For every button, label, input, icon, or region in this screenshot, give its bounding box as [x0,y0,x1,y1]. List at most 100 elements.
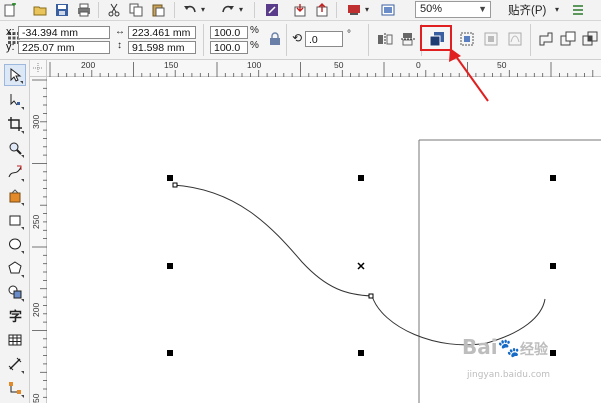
ruler-origin-corner[interactable] [30,60,47,77]
undo-dropdown-icon[interactable]: ▾ [201,5,205,14]
trim-button[interactable] [558,30,578,48]
welcome-screen-button[interactable] [378,1,398,19]
smart-fill-tool[interactable] [4,185,26,207]
zoom-level-dropdown[interactable]: 50% ▼ [415,1,491,18]
snap-to-menu[interactable]: 贴齐(P) [508,2,546,18]
height-icon: ↕ [117,40,122,51]
toolbar-separator [174,2,175,18]
x-position-label: x: [6,26,15,38]
convert-curves-icon [508,32,522,46]
watermark-url: jingyan.baidu.com [467,370,551,380]
export-button[interactable] [312,1,332,19]
polygon-icon [8,261,22,274]
save-icon [56,4,68,16]
printer-icon [78,3,90,17]
h-ruler-label: 50 [334,60,344,70]
flyout-indicator [21,299,24,302]
new-document-button[interactable] [0,1,20,19]
paste-button[interactable] [148,1,168,19]
selection-handle-bottom-center[interactable] [358,350,364,356]
svg-text:字: 字 [9,309,22,323]
rectangle-tool[interactable] [4,209,26,231]
redo-icon [222,5,234,13]
selection-handle-top-left[interactable] [167,175,173,181]
h-ruler-label: 50 [497,60,507,70]
quick-trace-button[interactable] [481,30,501,48]
basic-shapes-tool[interactable] [4,281,26,303]
selection-handle-middle-right[interactable] [550,263,556,269]
object-width-input[interactable]: 223.461 mm [128,26,196,39]
convert-to-curves-button[interactable] [505,30,525,48]
watermark-brand: Bai🐾经验 [462,335,548,359]
flyout-indicator [21,179,24,182]
curve-node[interactable] [172,182,178,188]
print-button[interactable] [74,1,94,19]
open-button[interactable] [30,1,50,19]
highlight-box [420,25,452,51]
width-icon: ↔ [115,26,125,37]
selection-handle-bottom-right[interactable] [550,350,556,356]
connector-tool[interactable] [4,377,26,399]
curve-node[interactable] [368,293,374,299]
undo-button[interactable] [180,1,200,19]
selection-handle-top-center[interactable] [358,175,364,181]
dimension-tool[interactable] [4,353,26,375]
pick-tool[interactable] [4,64,26,86]
rotation-center-marker[interactable] [357,262,365,270]
table-icon [8,334,22,346]
rotation-angle-input[interactable]: .0 [305,31,343,47]
x-position-input[interactable]: -34.394 mm [18,26,110,39]
mirror-horizontal-icon [378,33,393,45]
ellipse-tool[interactable] [4,233,26,255]
property-bar: x: -34.394 mm y: 225.07 mm ↔ 223.461 mm … [0,21,601,60]
property-bar-separator [286,24,287,56]
shape-tool[interactable] [4,89,26,111]
freehand-tool[interactable] [4,161,26,183]
polygon-tool[interactable] [4,257,26,279]
selection-handle-middle-left[interactable] [167,263,173,269]
horizontal-ruler[interactable]: 200 150 100 50 0 50 [47,60,601,77]
selection-handle-bottom-left[interactable] [167,350,173,356]
import-button[interactable] [290,1,310,19]
create-boundary-icon [460,32,474,46]
snap-dropdown-icon[interactable]: ▾ [555,5,559,14]
copy-icon [129,3,143,17]
weld-icon [539,32,553,46]
intersect-icon [582,31,598,46]
selection-handle-top-right[interactable] [550,175,556,181]
options-button[interactable] [568,1,588,19]
scale-x-input[interactable]: 100.0 [210,26,248,39]
dimension-icon [8,357,22,371]
export-icon [316,3,328,17]
copy-button[interactable] [126,1,146,19]
property-bar-separator [368,24,369,56]
property-bar-separator [530,24,531,56]
cut-button[interactable] [104,1,124,19]
text-tool-icon: 字 [9,309,22,323]
scale-y-input[interactable]: 100.0 [210,41,248,54]
mirror-horizontal-button[interactable] [375,30,395,48]
flyout-indicator [20,81,23,84]
connector-icon [9,382,21,394]
vertical-ruler[interactable]: 300 250 200 50 [30,77,47,403]
redo-button[interactable] [218,1,238,19]
application-launcher-button[interactable] [344,1,364,19]
search-content-button[interactable] [262,1,282,19]
save-button[interactable] [52,1,72,19]
create-boundary-button[interactable] [457,30,477,48]
curve-path-1[interactable] [172,184,373,297]
zoom-tool[interactable] [4,137,26,159]
mirror-vertical-button[interactable] [398,30,418,48]
drawing-canvas[interactable]: Bai🐾经验 jingyan.baidu.com [47,77,601,403]
weld-button[interactable] [536,30,556,48]
chevron-down-icon: ▼ [478,4,487,14]
intersect-button[interactable] [580,30,600,48]
object-height-input[interactable]: 91.598 mm [128,41,196,54]
crop-tool[interactable] [4,113,26,135]
lock-ratio-button[interactable] [265,30,285,48]
y-position-input[interactable]: 225.07 mm [18,41,110,54]
redo-dropdown-icon[interactable]: ▾ [239,5,243,14]
table-tool[interactable] [4,329,26,351]
text-tool[interactable]: 字 [4,305,26,327]
launcher-dropdown-icon[interactable]: ▾ [365,5,369,14]
